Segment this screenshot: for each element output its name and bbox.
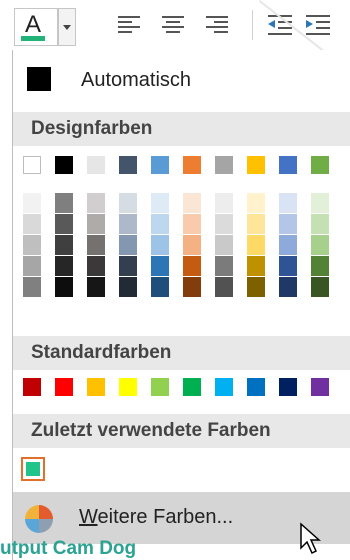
standard-color-swatch[interactable]: [215, 378, 233, 396]
theme-shade-swatch[interactable]: [151, 214, 169, 234]
sheet-cell-text: utput Cam Dog: [0, 538, 137, 559]
theme-shade-swatch[interactable]: [55, 193, 73, 213]
chevron-down-icon: [63, 25, 71, 30]
theme-shade-swatch[interactable]: [23, 193, 41, 213]
theme-color-swatch[interactable]: [23, 156, 41, 174]
theme-shade-swatch[interactable]: [87, 214, 105, 234]
ribbon-toolbar: A: [0, 0, 350, 88]
standard-colors-header: Standardfarben: [13, 336, 350, 370]
automatic-color-item[interactable]: Automatisch: [13, 60, 350, 98]
standard-color-swatch[interactable]: [119, 378, 137, 396]
standard-color-swatch[interactable]: [311, 378, 329, 396]
theme-shade-swatch[interactable]: [23, 235, 41, 255]
theme-shade-swatch[interactable]: [87, 235, 105, 255]
recent-colors-header: Zuletzt verwendete Farben: [13, 414, 350, 448]
theme-shade-swatch[interactable]: [311, 235, 329, 255]
theme-shade-swatch[interactable]: [183, 277, 201, 297]
standard-color-swatch[interactable]: [151, 378, 169, 396]
theme-shade-swatch[interactable]: [23, 256, 41, 276]
theme-shade-swatch[interactable]: [247, 214, 265, 234]
theme-shade-swatch[interactable]: [247, 193, 265, 213]
theme-shade-swatch[interactable]: [55, 214, 73, 234]
theme-shade-swatch[interactable]: [119, 193, 137, 213]
theme-shade-swatch[interactable]: [215, 256, 233, 276]
align-left-icon[interactable]: [118, 15, 140, 33]
font-color-button[interactable]: A: [14, 8, 58, 46]
increase-indent-icon[interactable]: [306, 13, 330, 35]
theme-shade-swatch[interactable]: [215, 214, 233, 234]
theme-shade-swatch[interactable]: [247, 277, 265, 297]
font-color-menu: Automatisch Designfarben Standardfarben …: [12, 50, 350, 560]
theme-shade-swatch[interactable]: [55, 235, 73, 255]
theme-color-swatch[interactable]: [87, 156, 105, 174]
theme-color-swatch[interactable]: [151, 156, 169, 174]
theme-shade-swatch[interactable]: [215, 235, 233, 255]
standard-color-swatch[interactable]: [87, 378, 105, 396]
standard-color-swatch[interactable]: [183, 378, 201, 396]
theme-shade-swatch[interactable]: [151, 235, 169, 255]
theme-shade-swatch[interactable]: [183, 235, 201, 255]
mouse-cursor-icon: [300, 522, 321, 555]
theme-shade-swatch[interactable]: [87, 193, 105, 213]
theme-shade-swatch[interactable]: [311, 277, 329, 297]
sheet-background-strip: [0, 50, 12, 560]
align-center-icon[interactable]: [162, 15, 184, 33]
standard-color-swatch[interactable]: [279, 378, 297, 396]
font-color-letter: A: [24, 11, 41, 38]
font-color-bar: [21, 36, 45, 41]
theme-shade-swatch[interactable]: [55, 256, 73, 276]
theme-shade-swatch[interactable]: [183, 256, 201, 276]
font-color-dropdown-button[interactable]: [58, 8, 76, 46]
theme-shade-swatch[interactable]: [183, 214, 201, 234]
standard-color-swatch[interactable]: [23, 378, 41, 396]
theme-shade-swatch[interactable]: [119, 277, 137, 297]
theme-colors-header: Designfarben: [13, 112, 350, 146]
theme-shade-swatch[interactable]: [183, 193, 201, 213]
theme-shade-swatch[interactable]: [151, 256, 169, 276]
theme-color-swatch[interactable]: [279, 156, 297, 174]
theme-shade-swatch[interactable]: [87, 277, 105, 297]
theme-shade-swatch[interactable]: [215, 277, 233, 297]
theme-shade-swatch[interactable]: [247, 235, 265, 255]
standard-color-swatch[interactable]: [247, 378, 265, 396]
theme-color-swatch[interactable]: [215, 156, 233, 174]
theme-shade-swatch[interactable]: [119, 235, 137, 255]
theme-shade-swatch[interactable]: [215, 193, 233, 213]
theme-shade-swatch[interactable]: [151, 277, 169, 297]
theme-color-swatch[interactable]: [119, 156, 137, 174]
theme-shade-swatch[interactable]: [55, 277, 73, 297]
theme-shade-swatch[interactable]: [87, 256, 105, 276]
align-right-icon[interactable]: [206, 15, 228, 33]
more-colors-label: Weitere Farben...: [79, 506, 234, 528]
theme-shade-swatch[interactable]: [279, 235, 297, 255]
theme-shade-swatch[interactable]: [119, 256, 137, 276]
recent-color-swatch[interactable]: [21, 457, 45, 481]
theme-shade-swatch[interactable]: [247, 256, 265, 276]
toolbar-separator: [252, 10, 253, 40]
color-wheel-icon: [25, 505, 53, 533]
theme-shade-swatch[interactable]: [311, 256, 329, 276]
theme-shade-swatch[interactable]: [279, 277, 297, 297]
automatic-color-swatch: [27, 67, 51, 91]
theme-shade-swatch[interactable]: [119, 214, 137, 234]
theme-color-swatch[interactable]: [55, 156, 73, 174]
automatic-color-label: Automatisch: [81, 69, 192, 91]
theme-shade-swatch[interactable]: [311, 193, 329, 213]
theme-shade-swatch[interactable]: [279, 256, 297, 276]
standard-color-swatch[interactable]: [55, 378, 73, 396]
theme-shade-swatch[interactable]: [23, 277, 41, 297]
theme-shade-swatch[interactable]: [311, 214, 329, 234]
theme-color-swatch[interactable]: [247, 156, 265, 174]
theme-shade-swatch[interactable]: [23, 214, 41, 234]
theme-shade-swatch[interactable]: [151, 193, 169, 213]
theme-shade-swatch[interactable]: [279, 193, 297, 213]
theme-color-swatch[interactable]: [183, 156, 201, 174]
theme-color-swatch[interactable]: [311, 156, 329, 174]
theme-shade-swatch[interactable]: [279, 214, 297, 234]
